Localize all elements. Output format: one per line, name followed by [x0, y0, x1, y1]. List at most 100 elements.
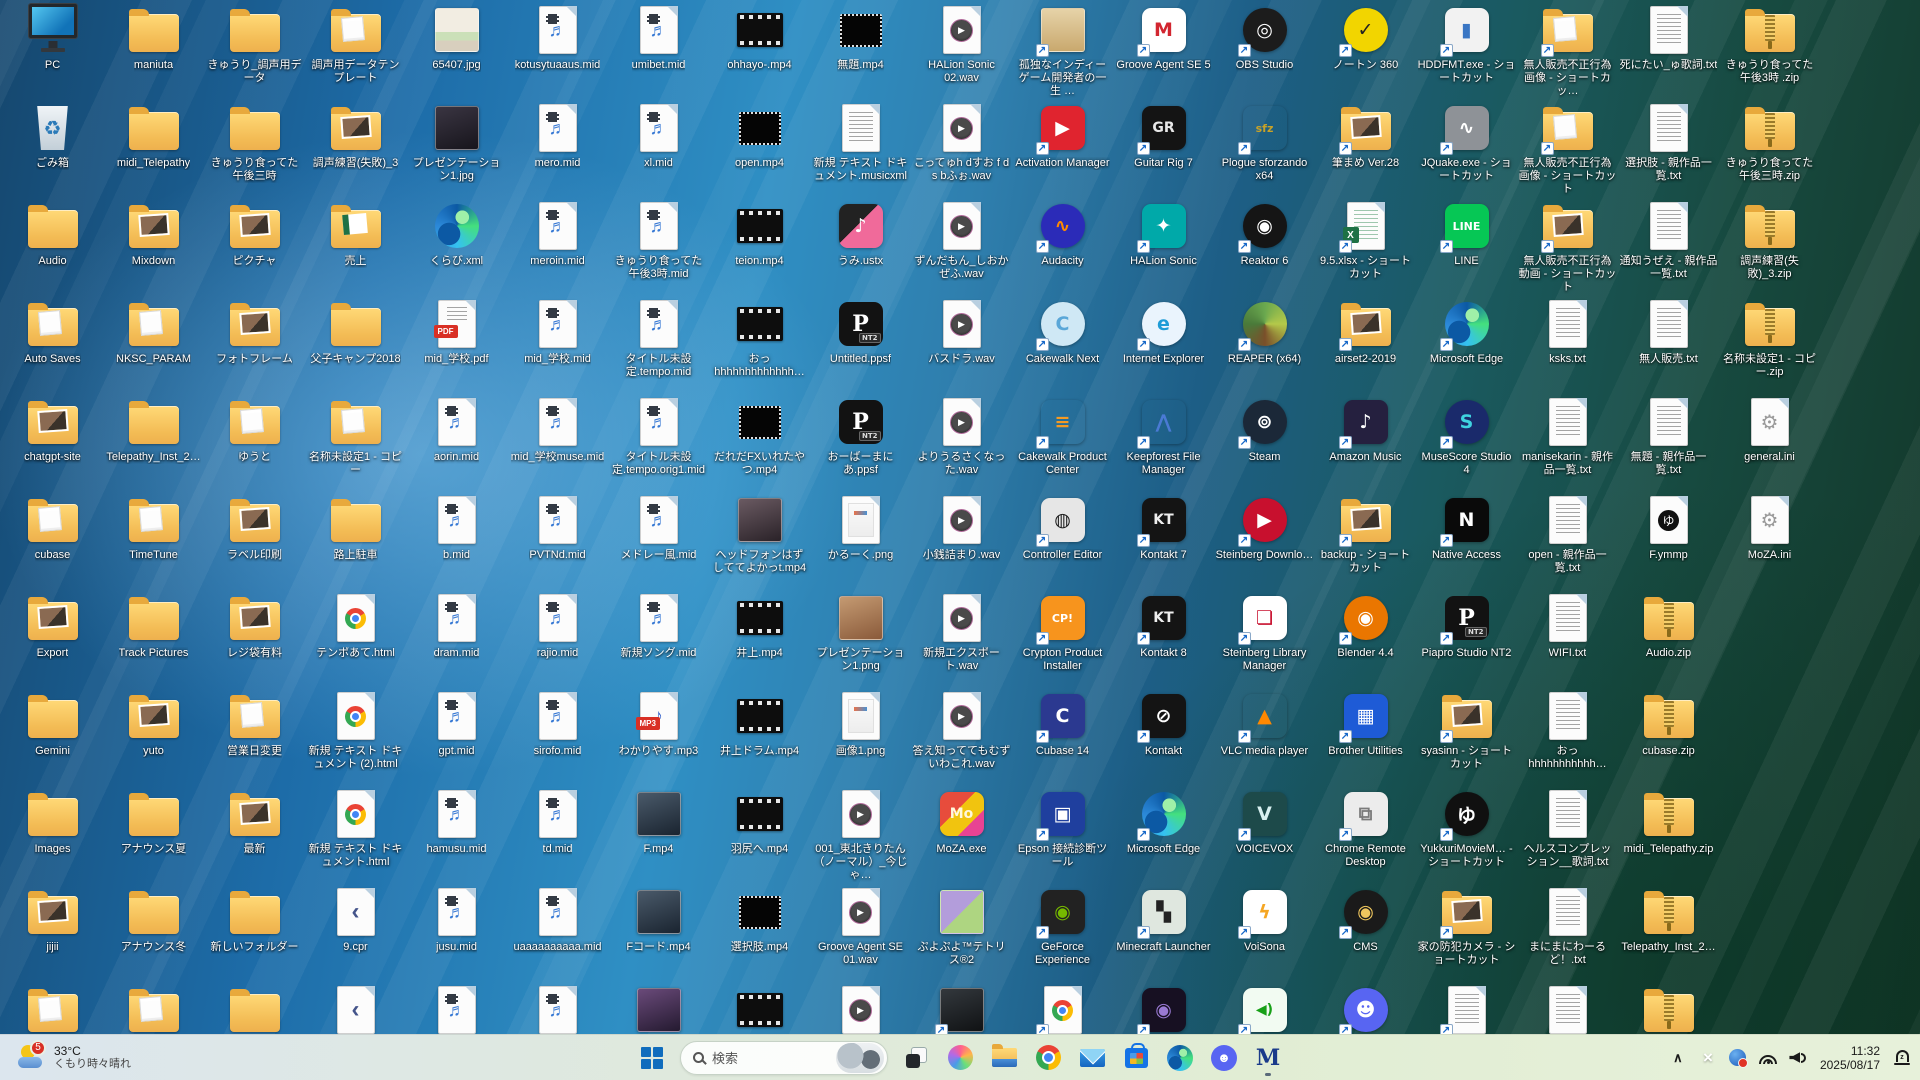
desktop-icon[interactable]: Auto Saves — [2, 296, 103, 394]
desktop-icon[interactable]: PNT2Untitled.ppsf — [810, 296, 911, 394]
desktop-icon[interactable]: teion.mp4 — [709, 198, 810, 296]
desktop-icon[interactable]: 新しいフォルダー — [204, 884, 305, 982]
desktop-icon[interactable]: ↗無人販売不正行為動画 - ショートカット — [1517, 198, 1618, 296]
recycle-bin-desktop-icon[interactable]: ♻ごみ箱 — [2, 100, 103, 198]
desktop-icon[interactable]: ⧉↗Chrome Remote Desktop — [1315, 786, 1416, 884]
desktop-icon[interactable]: ↗syasinn - ショートカット — [1416, 688, 1517, 786]
desktop-icon[interactable]: ♬b.mid — [406, 492, 507, 590]
desktop-icon[interactable]: プレゼンテーション1.jpg — [406, 100, 507, 198]
desktop-icon[interactable]: chatgpt-site — [2, 394, 103, 492]
microsoft-edge-desktop-icon[interactable]: ↗Microsoft Edge — [1113, 786, 1214, 884]
desktop-icon[interactable]: ♬aorin.mid — [406, 394, 507, 492]
desktop-icon[interactable]: midi_Telepathy — [103, 100, 204, 198]
desktop-icon[interactable]: ▶こってゅh dすお f d s bふぉ.wav — [911, 100, 1012, 198]
desktop-icon[interactable]: ⋀↗Keepforest File Manager — [1113, 394, 1214, 492]
desktop-icon[interactable]: きゅうり_調声用データ — [204, 2, 305, 100]
desktop-icon[interactable]: だれだFXいれたやつ.mp4 — [709, 394, 810, 492]
desktop-icon[interactable]: ▶Groove Agent SE 01.wav — [810, 884, 911, 982]
desktop-icon[interactable]: ぷよぷよ™テトリス®2 — [911, 884, 1012, 982]
desktop-icon[interactable]: 売上 — [305, 198, 406, 296]
desktop-icon[interactable]: おっhhhhhhhhhhhhh… — [709, 296, 810, 394]
desktop-icon[interactable]: 新規 テキスト ドキュメント.html — [305, 786, 406, 884]
desktop-icon[interactable]: プレゼンテーション1.png — [810, 590, 911, 688]
desktop-icon[interactable]: PDFmid_学校.pdf — [406, 296, 507, 394]
desktop-icon[interactable]: GR↗Guitar Rig 7 — [1113, 100, 1214, 198]
desktop-icon[interactable]: テンポあて.html — [305, 590, 406, 688]
desktop-icon[interactable]: ‹9.cpr — [305, 884, 406, 982]
desktop-icon[interactable]: cubase.zip — [1618, 688, 1719, 786]
steam-desktop-icon[interactable]: ⊚↗Steam — [1214, 394, 1315, 492]
desktop-icon[interactable]: ϟ↗VoiSona — [1214, 884, 1315, 982]
desktop-icon[interactable]: ▮↗HDDFMT.exe - ショートカット — [1416, 2, 1517, 100]
desktop-icon[interactable]: ▶新規エクスポート.wav — [911, 590, 1012, 688]
desktop-icon[interactable]: ▶↗Activation Manager — [1012, 100, 1113, 198]
desktop-icon[interactable]: ▶↗Steinberg Downlo… — [1214, 492, 1315, 590]
desktop-icon[interactable]: N↗Native Access — [1416, 492, 1517, 590]
desktop-icon[interactable]: ♬gpt.mid — [406, 688, 507, 786]
notification-center-button[interactable]: z — [1888, 1038, 1916, 1078]
desktop-icon[interactable]: ◉↗Reaktor 6 — [1214, 198, 1315, 296]
desktop-icon[interactable]: Telepathy_Inst_2… — [103, 394, 204, 492]
desktop-icon[interactable]: KT↗Kontakt 8 — [1113, 590, 1214, 688]
tray-overflow-chevron[interactable]: ∧ — [1664, 1038, 1692, 1078]
desktop-icon[interactable]: ↗孤独なインディーゲーム開発者の一生 … — [1012, 2, 1113, 100]
desktop-icon[interactable]: ピクチャ — [204, 198, 305, 296]
desktop-icon[interactable]: ▶バスドラ.wav — [911, 296, 1012, 394]
desktop-icon[interactable]: ♬rajio.mid — [507, 590, 608, 688]
desktop-icon[interactable]: ↗家の防犯カメラ - ショートカット — [1416, 884, 1517, 982]
edge-button[interactable] — [1160, 1038, 1200, 1078]
desktop-icon[interactable]: ▶001_東北きりたん（ノーマル）_今じゃ… — [810, 786, 911, 884]
desktop-icon[interactable]: ↗REAPER (x64) — [1214, 296, 1315, 394]
desktop-icon[interactable]: 営業日変更 — [204, 688, 305, 786]
desktop-icon[interactable]: きゅうり食ってた午後三時 — [204, 100, 305, 198]
weather-widget[interactable]: 5 33°C くもり時々晴れ — [8, 1035, 141, 1080]
desktop-icon[interactable]: Export — [2, 590, 103, 688]
desktop-icon[interactable]: X↗9.5.xlsx - ショートカット — [1315, 198, 1416, 296]
desktop-icon[interactable]: 無題 - 親作品一覧.txt — [1618, 394, 1719, 492]
desktop-icon[interactable]: S↗MuseScore Studio 4 — [1416, 394, 1517, 492]
desktop-icon[interactable]: sfz↗Plogue sforzando x64 — [1214, 100, 1315, 198]
tray-sphere-app[interactable] — [1724, 1038, 1752, 1078]
geforce-desktop-icon[interactable]: ◉↗GeForce Experience — [1012, 884, 1113, 982]
xml-edge-file-desktop-icon[interactable]: くらび.xml — [406, 198, 507, 296]
vlc-desktop-icon[interactable]: ▲↗VLC media player — [1214, 688, 1315, 786]
desktop-icon[interactable]: ♬mid_学校muse.mid — [507, 394, 608, 492]
desktop-icon[interactable]: きゅうり食ってた午後3時 .zip — [1719, 2, 1820, 100]
desktop-icon[interactable]: おっhhhhhhhhhhh… — [1517, 688, 1618, 786]
desktop-icon[interactable]: NKSC_PARAM — [103, 296, 204, 394]
desktop-icon[interactable]: jijii — [2, 884, 103, 982]
desktop-icon[interactable]: フォトフレーム — [204, 296, 305, 394]
desktop-icon[interactable]: 路上駐車 — [305, 492, 406, 590]
search-input[interactable]: 検索 — [680, 1041, 888, 1075]
desktop-icon[interactable]: Images — [2, 786, 103, 884]
desktop-icon[interactable]: ◍↗Controller Editor — [1012, 492, 1113, 590]
desktop-icon[interactable]: yuto — [103, 688, 204, 786]
desktop-icon[interactable]: ♬xl.mid — [608, 100, 709, 198]
desktop-icon[interactable]: ♬sirofo.mid — [507, 688, 608, 786]
desktop-icon[interactable]: ↗無人販売不正行為画像 - ショートカッ… — [1517, 2, 1618, 100]
desktop-icon[interactable]: ゆうと — [204, 394, 305, 492]
desktop-icon[interactable]: F.mp4 — [608, 786, 709, 884]
desktop-icon[interactable]: ♬umibet.mid — [608, 2, 709, 100]
blender-desktop-icon[interactable]: ◉↗Blender 4.4 — [1315, 590, 1416, 688]
desktop-icon[interactable]: Track Pictures — [103, 590, 204, 688]
tray-x-app[interactable]: × — [1694, 1038, 1722, 1078]
desktop-icon[interactable]: ♬メドレー風.mid — [608, 492, 709, 590]
desktop-icon[interactable]: WIFI.txt — [1517, 590, 1618, 688]
desktop-icon[interactable]: ♬jusu.mid — [406, 884, 507, 982]
desktop-icon[interactable]: Fコード.mp4 — [608, 884, 709, 982]
desktop-icon[interactable]: ♬hamusu.mid — [406, 786, 507, 884]
desktop-icon[interactable]: open.mp4 — [709, 100, 810, 198]
desktop-icon[interactable]: ⚙MoZA.ini — [1719, 492, 1820, 590]
desktop-icon[interactable]: ♬uaaaaaaaaaa.mid — [507, 884, 608, 982]
desktop-icon[interactable]: 65407.jpg — [406, 2, 507, 100]
desktop-icon[interactable]: ヘルスコンプレッション__歌詞.txt — [1517, 786, 1618, 884]
desktop-icon[interactable]: ⚙general.ini — [1719, 394, 1820, 492]
desktop-icon[interactable]: TimeTune — [103, 492, 204, 590]
desktop-icon[interactable]: アナウンス夏 — [103, 786, 204, 884]
mail-button[interactable] — [1072, 1038, 1112, 1078]
desktop-icon[interactable]: ♬kotusytuaaus.mid — [507, 2, 608, 100]
desktop-icon[interactable]: ♬PVTNd.mid — [507, 492, 608, 590]
desktop-icon[interactable]: ⊘↗Kontakt — [1113, 688, 1214, 786]
desktop-icon[interactable]: ↗backup - ショートカット — [1315, 492, 1416, 590]
